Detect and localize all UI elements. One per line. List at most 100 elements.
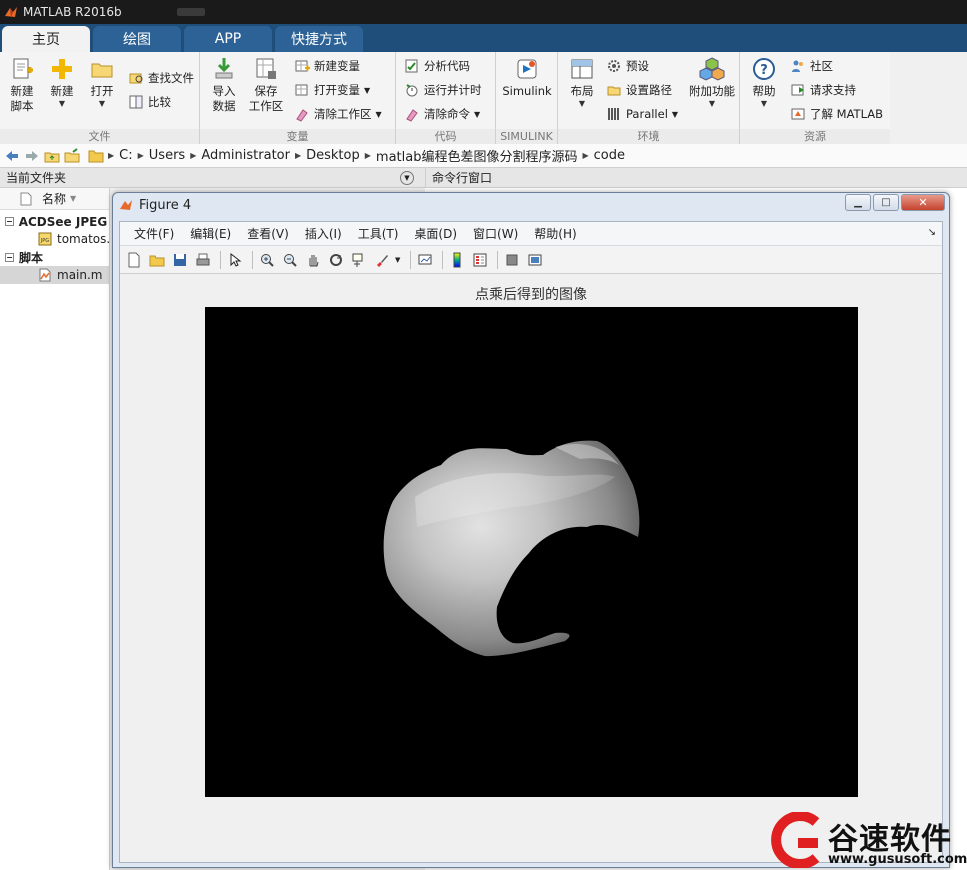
- window-controls: ▁ □ ✕: [843, 194, 945, 211]
- svg-text:JPG: JPG: [40, 238, 49, 244]
- maximize-button[interactable]: □: [873, 194, 899, 211]
- learn-matlab-button[interactable]: 了解 MATLAB: [790, 104, 883, 124]
- breadcrumb-item[interactable]: Desktop: [306, 148, 360, 163]
- toolbar-separator: [497, 250, 499, 269]
- link-plot-icon[interactable]: [415, 250, 435, 270]
- close-button[interactable]: ✕: [901, 194, 945, 211]
- figure-titlebar: Figure 4 ▁ □ ✕: [113, 193, 949, 217]
- clear-commands-button[interactable]: 清除命令 ▼: [404, 104, 480, 124]
- menu-help[interactable]: 帮助(H): [534, 225, 576, 242]
- ribbon-group-variable: 导入 数据 保存 工作区 新建变量 打开变量 ▼ 清除工作区 ▼ 变量: [200, 52, 396, 144]
- new-figure-icon[interactable]: [124, 250, 144, 270]
- axes-title: 点乘后得到的图像: [475, 287, 587, 303]
- chevron-down-icon: ▼: [375, 109, 382, 119]
- legend-icon[interactable]: [470, 250, 490, 270]
- preferences-button[interactable]: 预设: [606, 56, 649, 76]
- help-button[interactable]: ? 帮助 ▼: [744, 56, 784, 109]
- community-button[interactable]: 社区: [790, 56, 833, 76]
- breadcrumb-separator-icon: ▶: [108, 151, 115, 160]
- collapse-icon[interactable]: −: [5, 252, 14, 262]
- community-icon: [792, 60, 803, 72]
- pan-hand-icon[interactable]: [303, 250, 323, 270]
- parallel-icon: [608, 108, 619, 120]
- addons-button[interactable]: 附加功能 ▼: [686, 56, 738, 109]
- open-button[interactable]: 打开 ▼: [82, 56, 122, 109]
- data-cursor-icon[interactable]: [349, 250, 369, 270]
- run-and-time-button[interactable]: 运行并计时: [404, 80, 482, 100]
- list-item[interactable]: JPG tomatos.jpg: [0, 230, 109, 248]
- folder-icon: [88, 150, 104, 162]
- open-file-icon[interactable]: [147, 250, 167, 270]
- image-axes[interactable]: [205, 307, 858, 797]
- colorbar-icon[interactable]: [447, 250, 467, 270]
- compare-button[interactable]: 比较: [128, 92, 171, 112]
- print-icon[interactable]: [193, 250, 213, 270]
- menu-edit[interactable]: 编辑(E): [190, 225, 231, 242]
- tree-group-scripts[interactable]: − 脚本: [0, 248, 109, 266]
- svg-text:?: ?: [760, 63, 768, 78]
- tree-group-acdsee[interactable]: − ACDSee JPEG 图: [0, 212, 109, 230]
- save-workspace-icon: [256, 58, 276, 79]
- ribbon-group-file: 新建 脚本 新建 ▼ 打开 ▼ 查找文件 比较 文件: [0, 52, 200, 144]
- clear-workspace-button[interactable]: 清除工作区 ▼: [294, 104, 382, 124]
- find-files-button[interactable]: 查找文件: [128, 68, 194, 88]
- import-data-button[interactable]: 导入 数据: [204, 56, 244, 114]
- set-path-button[interactable]: 设置路径: [606, 80, 672, 100]
- forward-arrow-icon[interactable]: [24, 148, 40, 164]
- menu-window[interactable]: 窗口(W): [473, 225, 518, 242]
- brush-icon[interactable]: [372, 250, 392, 270]
- back-arrow-icon[interactable]: [4, 148, 20, 164]
- compare-icon: [129, 95, 143, 109]
- run-and-time-icon: [406, 84, 418, 97]
- collapse-icon[interactable]: −: [5, 216, 14, 226]
- minimize-button[interactable]: ▁: [845, 194, 871, 211]
- hide-plot-tools-icon[interactable]: [502, 250, 522, 270]
- breadcrumb-item[interactable]: Administrator: [201, 148, 290, 163]
- breadcrumb-item[interactable]: code: [594, 148, 625, 163]
- up-folder-icon[interactable]: [44, 148, 60, 164]
- ribbon-group-simulink: Simulink SIMULINK: [496, 52, 558, 144]
- browse-folder-icon[interactable]: [64, 147, 80, 164]
- simulink-button[interactable]: Simulink: [502, 56, 552, 99]
- save-workspace-button[interactable]: 保存 工作区: [246, 56, 286, 114]
- open-variable-button[interactable]: 打开变量 ▼: [294, 80, 370, 100]
- parallel-button[interactable]: Parallel ▼: [606, 104, 678, 124]
- layout-button[interactable]: 布局 ▼: [562, 56, 602, 109]
- pointer-icon[interactable]: [225, 250, 245, 270]
- list-item[interactable]: main.m: [0, 266, 109, 284]
- tab-shortcuts[interactable]: 快捷方式: [275, 26, 363, 52]
- menu-desktop[interactable]: 桌面(D): [414, 225, 457, 242]
- dock-arrow-icon[interactable]: ↘: [928, 227, 936, 238]
- tree-group-label: ACDSee JPEG 图: [18, 214, 109, 229]
- breadcrumb-item[interactable]: C:: [119, 148, 132, 163]
- menu-view[interactable]: 查看(V): [247, 225, 289, 242]
- find-files-label: 查找文件: [148, 71, 194, 85]
- zoom-out-icon[interactable]: [280, 250, 300, 270]
- breadcrumb-item[interactable]: Users: [149, 148, 185, 163]
- chevron-down-icon[interactable]: ▼: [395, 256, 400, 264]
- request-support-label: 请求支持: [810, 83, 856, 97]
- panel-menu-icon[interactable]: ▼: [400, 171, 414, 185]
- menu-insert[interactable]: 插入(I): [305, 225, 342, 242]
- preferences-label: 预设: [626, 59, 649, 73]
- new-variable-button[interactable]: 新建变量: [294, 56, 360, 76]
- rotate-3d-icon[interactable]: [326, 250, 346, 270]
- request-support-button[interactable]: 请求支持: [790, 80, 856, 100]
- current-folder-panel: 名称 ▼ − ACDSee JPEG 图 JPG tomatos.jpg − 脚…: [0, 188, 110, 870]
- tab-plots[interactable]: 绘图: [93, 26, 181, 52]
- tab-apps[interactable]: APP: [184, 26, 272, 52]
- show-plot-tools-icon[interactable]: [525, 250, 545, 270]
- menu-tools[interactable]: 工具(T): [358, 225, 399, 242]
- save-icon[interactable]: [170, 250, 190, 270]
- jpeg-file-icon: JPG: [38, 232, 52, 246]
- menu-file[interactable]: 文件(F): [134, 225, 174, 242]
- breadcrumb-item[interactable]: matlab编程色差图像分割程序源码: [376, 146, 578, 165]
- analyze-code-button[interactable]: 分析代码: [404, 56, 470, 76]
- zoom-in-icon[interactable]: [257, 250, 277, 270]
- new-script-button[interactable]: 新建 脚本: [2, 56, 42, 114]
- m-file-icon: [39, 268, 51, 282]
- tab-home[interactable]: 主页: [2, 26, 90, 52]
- name-column-header[interactable]: 名称 ▼: [0, 188, 109, 210]
- new-button[interactable]: 新建 ▼: [42, 56, 82, 109]
- watermark-logo: 谷速软件 www.gususoft.com: [770, 811, 967, 870]
